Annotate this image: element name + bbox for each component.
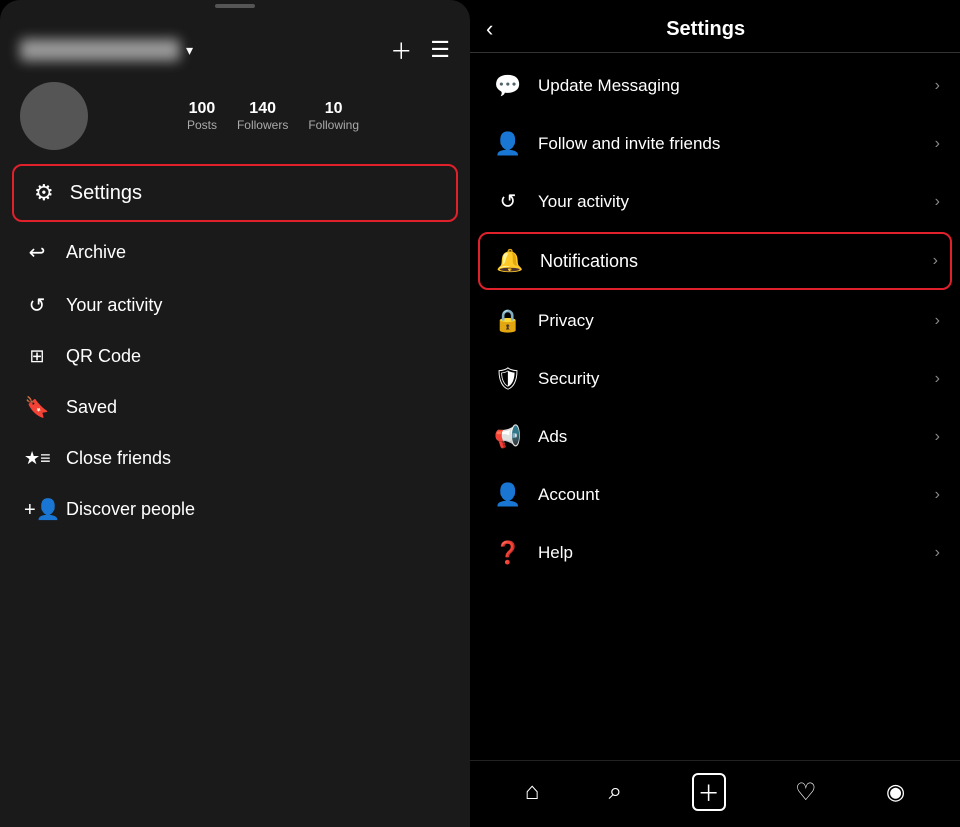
username-blur: [20, 39, 180, 61]
messaging-label: Update Messaging: [538, 76, 935, 96]
sidebar-item-saved[interactable]: 🔖 Saved: [0, 381, 470, 434]
saved-label: Saved: [66, 397, 117, 418]
discover-label: Discover people: [66, 499, 195, 520]
notifications-icon: 🔔: [492, 248, 528, 274]
chevron-right-icon-8: ›: [935, 486, 940, 504]
chevron-right-icon-6: ›: [935, 370, 940, 388]
following-count: 10: [325, 100, 343, 118]
messaging-icon: 💬: [490, 73, 526, 99]
right-panel: ‹ Settings 💬 Update Messaging › 👤 Follow…: [470, 0, 960, 827]
sidebar-item-archive[interactable]: ↩ Archive: [0, 226, 470, 279]
posts-stat: 100 Posts: [187, 100, 217, 132]
avatar-row: 100 Posts 140 Followers 10 Following: [0, 76, 470, 160]
saved-icon: 🔖: [24, 395, 50, 420]
your-activity-icon: ↺: [490, 189, 526, 214]
ads-icon: 📢: [490, 424, 526, 450]
archive-label: Archive: [66, 242, 126, 263]
settings-item-follow-invite[interactable]: 👤 Follow and invite friends ›: [470, 115, 960, 173]
chevron-right-icon: ›: [935, 77, 940, 95]
stats-row: 100 Posts 140 Followers 10 Following: [96, 100, 450, 132]
discover-icon: +👤: [24, 497, 50, 522]
drag-handle: [215, 4, 255, 8]
left-header: ▾ ＋ ☰: [0, 16, 470, 76]
privacy-icon: 🔒: [490, 308, 526, 334]
settings-menu-item[interactable]: ⚙ Settings: [12, 164, 458, 222]
username-area: ▾: [20, 39, 193, 61]
plus-icon[interactable]: ＋: [390, 34, 412, 66]
settings-item-help[interactable]: ❓ Help ›: [470, 524, 960, 582]
settings-item-security[interactable]: 🛡 Security ›: [470, 350, 960, 408]
following-label: Following: [308, 118, 359, 132]
bottom-nav: ⌂ ⌕ ＋ ♡ ◉: [470, 760, 960, 827]
follow-icon: 👤: [490, 131, 526, 157]
back-button[interactable]: ‹: [486, 16, 493, 42]
chevron-down-icon[interactable]: ▾: [186, 42, 193, 59]
security-icon: 🛡: [490, 366, 526, 392]
page-title: Settings: [503, 18, 908, 41]
following-stat: 10 Following: [308, 100, 359, 132]
settings-item-notifications[interactable]: 🔔 Notifications ›: [478, 232, 952, 290]
posts-count: 100: [189, 100, 216, 118]
settings-icon: ⚙: [34, 180, 54, 206]
close-friends-label: Close friends: [66, 448, 171, 469]
menu-icon[interactable]: ☰: [430, 37, 450, 63]
avatar: [20, 82, 88, 150]
help-label: Help: [538, 543, 935, 563]
chevron-right-icon-5: ›: [935, 312, 940, 330]
settings-label: Settings: [70, 182, 142, 205]
ads-label: Ads: [538, 427, 935, 447]
settings-item-your-activity[interactable]: ↺ Your activity ›: [470, 173, 960, 230]
settings-item-account[interactable]: 👤 Account ›: [470, 466, 960, 524]
header-icons: ＋ ☰: [390, 34, 450, 66]
sidebar-item-discover-people[interactable]: +👤 Discover people: [0, 483, 470, 536]
header-divider: [470, 52, 960, 53]
activity-label: Your activity: [66, 295, 162, 316]
sidebar-item-qr-code[interactable]: ⊞ QR Code: [0, 332, 470, 381]
qr-label: QR Code: [66, 346, 141, 367]
left-panel: ▾ ＋ ☰ 100 Posts 140 Followers 10 Followi…: [0, 0, 470, 827]
security-label: Security: [538, 369, 935, 389]
posts-label: Posts: [187, 118, 217, 132]
chevron-right-icon-2: ›: [935, 135, 940, 153]
help-icon: ❓: [490, 540, 526, 566]
followers-label: Followers: [237, 118, 288, 132]
create-icon[interactable]: ＋: [692, 773, 726, 811]
search-icon[interactable]: ⌕: [609, 778, 622, 806]
right-header: ‹ Settings: [470, 0, 960, 52]
account-icon: 👤: [490, 482, 526, 508]
home-icon[interactable]: ⌂: [525, 778, 540, 806]
profile-icon[interactable]: ◉: [886, 779, 905, 805]
sidebar-item-your-activity[interactable]: ↺ Your activity: [0, 279, 470, 332]
chevron-right-icon-7: ›: [935, 428, 940, 446]
activity-icon: ↺: [24, 293, 50, 318]
your-activity-label: Your activity: [538, 192, 935, 212]
sidebar-item-close-friends[interactable]: ★≡ Close friends: [0, 434, 470, 483]
close-friends-icon: ★≡: [24, 448, 50, 469]
settings-item-update-messaging[interactable]: 💬 Update Messaging ›: [470, 57, 960, 115]
archive-icon: ↩: [24, 240, 50, 265]
qr-icon: ⊞: [24, 346, 50, 367]
privacy-label: Privacy: [538, 311, 935, 331]
chevron-right-icon-4: ›: [933, 252, 938, 270]
account-label: Account: [538, 485, 935, 505]
chevron-right-icon-9: ›: [935, 544, 940, 562]
follow-label: Follow and invite friends: [538, 134, 935, 154]
followers-count: 140: [249, 100, 276, 118]
settings-item-ads[interactable]: 📢 Ads ›: [470, 408, 960, 466]
heart-icon[interactable]: ♡: [795, 778, 817, 807]
followers-stat: 140 Followers: [237, 100, 288, 132]
settings-item-privacy[interactable]: 🔒 Privacy ›: [470, 292, 960, 350]
notifications-label: Notifications: [540, 251, 933, 272]
chevron-right-icon-3: ›: [935, 193, 940, 211]
